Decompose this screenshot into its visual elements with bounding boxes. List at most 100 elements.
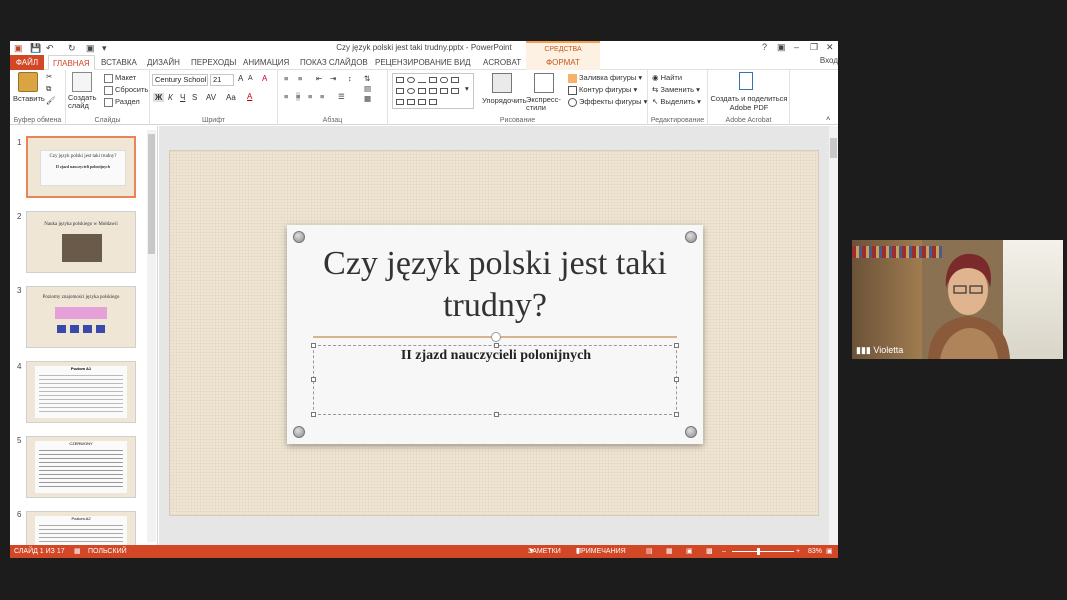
select-button[interactable]: ↖ Выделить ▾	[652, 97, 701, 106]
align-text-icon[interactable]: ▤	[364, 84, 371, 93]
thumbnail-slide-3[interactable]: Poziomy znajomości języka polskiego	[26, 286, 136, 348]
slide-subtitle[interactable]: II zjazd nauczycieli polonijnych	[314, 348, 678, 364]
bracket-shape-icon[interactable]	[451, 88, 459, 94]
tab-format[interactable]: ФОРМАТ	[526, 55, 600, 70]
align-left-icon[interactable]: ≡	[284, 92, 288, 101]
resize-handle[interactable]	[311, 377, 316, 382]
tab-animation[interactable]: АНИМАЦИЯ	[243, 55, 289, 70]
cut-icon[interactable]: ✂	[46, 72, 52, 81]
close-icon[interactable]: ✕	[826, 42, 834, 53]
rectangle-shape-icon[interactable]	[396, 77, 404, 83]
shape-effects-button[interactable]: Эффекты фигуры ▾	[568, 97, 647, 107]
slide-title[interactable]: Czy język polski jest taki trudny?	[287, 243, 703, 327]
tab-design[interactable]: ДИЗАЙН	[147, 55, 180, 70]
thumbnail-slide-1[interactable]: Czy język polski jest taki trudny? II zja…	[26, 136, 136, 198]
minimize-icon[interactable]: –	[794, 42, 799, 52]
rotate-handle-icon[interactable]	[491, 332, 501, 342]
triangle-shape-icon[interactable]	[451, 77, 459, 83]
font-size-select[interactable]: 21	[210, 74, 234, 86]
find-button[interactable]: ◉ Найти	[652, 73, 682, 82]
oval-shape-icon[interactable]	[407, 77, 415, 83]
tab-review[interactable]: РЕЦЕНЗИРОВАНИЕ	[375, 55, 452, 70]
columns-icon[interactable]: ☰	[338, 92, 345, 101]
rounded-rect-shape-icon[interactable]	[440, 77, 448, 83]
smartart-icon[interactable]: ▦	[364, 94, 371, 103]
scribble-shape-icon[interactable]	[418, 99, 426, 105]
slideshow-view-icon[interactable]: ▩	[706, 545, 713, 558]
tab-slideshow[interactable]: ПОКАЗ СЛАЙДОВ	[300, 55, 368, 70]
character-spacing-button[interactable]: AV	[206, 93, 216, 102]
new-slide-icon[interactable]	[72, 72, 92, 92]
video-participant-tile[interactable]: ▮▮▮ Violetta	[852, 240, 1063, 359]
connector-shape-icon[interactable]	[440, 88, 448, 94]
thumbnail-slide-4[interactable]: Poziom A1	[26, 361, 136, 423]
zoom-slider[interactable]	[732, 551, 794, 552]
increase-indent-icon[interactable]: ⇥	[330, 74, 336, 83]
layout-button[interactable]: Макет	[104, 73, 136, 83]
star-shape-icon[interactable]	[407, 88, 415, 94]
resize-handle[interactable]	[311, 412, 316, 417]
scrollbar-thumb[interactable]	[148, 134, 155, 254]
callout-shape-icon[interactable]	[429, 88, 437, 94]
resize-handle[interactable]	[311, 343, 316, 348]
numbering-icon[interactable]: ≡	[298, 74, 302, 83]
thumbnail-slide-6[interactable]: Poziom A2	[26, 511, 136, 545]
quick-styles-icon[interactable]	[534, 73, 554, 93]
align-center-icon[interactable]: ≡	[296, 92, 301, 101]
paste-button[interactable]: Вставить	[13, 94, 45, 103]
justify-icon[interactable]: ≡	[320, 92, 324, 101]
decrease-indent-icon[interactable]: ⇤	[316, 74, 322, 83]
resize-handle[interactable]	[674, 412, 679, 417]
shadow-button[interactable]: S	[192, 93, 197, 102]
zoom-out-icon[interactable]: –	[722, 545, 726, 558]
zoom-level[interactable]: 83%	[808, 545, 822, 558]
shape-outline-button[interactable]: Контур фигуры ▾	[568, 85, 637, 95]
tab-transitions[interactable]: ПЕРЕХОДЫ	[191, 55, 236, 70]
scrollbar-thumb[interactable]	[830, 138, 837, 158]
tab-file[interactable]: ФАЙЛ	[10, 55, 44, 70]
clear-format-button[interactable]: A	[262, 74, 267, 83]
create-pdf-icon[interactable]	[739, 72, 753, 90]
shapes-more-icon[interactable]: ▾	[465, 84, 469, 93]
resize-handle[interactable]	[674, 343, 679, 348]
resize-handle[interactable]	[494, 343, 499, 348]
section-button[interactable]: Раздел	[104, 97, 140, 107]
tab-home[interactable]: ГЛАВНАЯ	[48, 55, 95, 70]
ribbon-display-icon[interactable]: ▣	[777, 42, 786, 53]
font-color-button[interactable]: A	[247, 92, 252, 101]
textbox-shape-icon[interactable]	[429, 77, 437, 83]
reading-view-icon[interactable]: ▣	[686, 545, 693, 558]
collapse-ribbon-icon[interactable]: ˄	[826, 114, 830, 123]
arrow-shape-icon[interactable]	[396, 88, 404, 94]
create-pdf-button[interactable]: Создать и поделиться Adobe PDF	[710, 94, 788, 112]
bold-button[interactable]: Ж	[153, 93, 165, 102]
quick-styles-button[interactable]: Экспресс-стили	[526, 96, 566, 112]
shapes-gallery[interactable]	[392, 73, 474, 109]
bullets-icon[interactable]: ≡	[284, 74, 288, 83]
underline-button[interactable]: Ч	[180, 93, 185, 102]
reset-button[interactable]: Сбросить	[104, 85, 148, 95]
new-slide-button[interactable]: Создать слайд	[68, 94, 102, 110]
thumbnail-slide-5[interactable]: CZERWONY	[26, 436, 136, 498]
text-direction-icon[interactable]: ⇅	[364, 74, 370, 83]
grow-font-button[interactable]: A	[238, 74, 243, 83]
subtitle-placeholder[interactable]: II zjazd nauczycieli polonijnych	[311, 332, 679, 417]
thumbnails-scrollbar[interactable]	[147, 130, 156, 542]
restore-icon[interactable]: ❐	[810, 42, 818, 53]
language-label[interactable]: ПОЛЬСКИЙ	[88, 545, 127, 558]
fit-slide-icon[interactable]: ▣	[826, 545, 833, 558]
freeform-shape-icon[interactable]	[407, 99, 415, 105]
replace-button[interactable]: ⇆ Заменить ▾	[652, 85, 700, 94]
change-case-button[interactable]: Aa	[226, 93, 236, 102]
copy-icon[interactable]: ⧉	[46, 84, 51, 94]
arrange-icon[interactable]	[492, 73, 512, 93]
italic-button[interactable]: К	[168, 93, 173, 102]
format-painter-icon[interactable]: 🖌	[46, 96, 56, 105]
normal-view-icon[interactable]: ▤	[646, 545, 653, 558]
elbow-shape-icon[interactable]	[429, 99, 437, 105]
tab-view[interactable]: ВИД	[454, 55, 471, 70]
paste-icon[interactable]	[18, 72, 38, 92]
line-shape-icon[interactable]	[418, 77, 426, 83]
tab-insert[interactable]: ВСТАВКА	[101, 55, 137, 70]
help-icon[interactable]: ?	[762, 42, 767, 52]
